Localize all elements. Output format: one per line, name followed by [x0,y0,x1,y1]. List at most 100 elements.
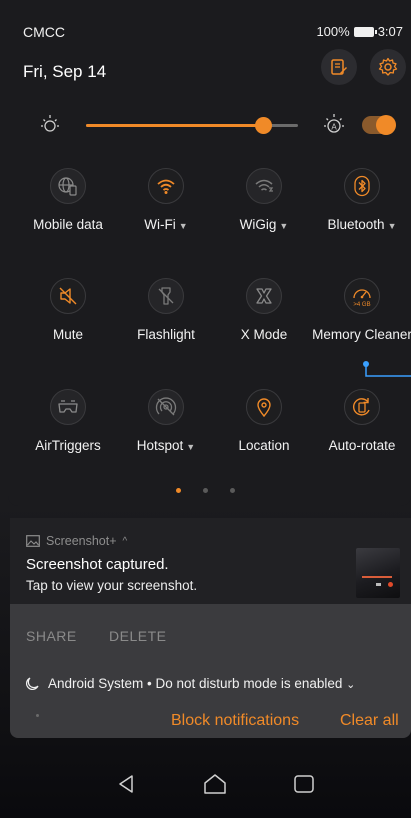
drag-pointer-line [363,361,411,377]
auto-brightness-toggle-knob [376,115,396,135]
tile-label: AirTriggers [14,438,122,454]
tile-bluetooth[interactable]: Bluetooth ▼ [314,168,410,278]
tile-wigig[interactable]: WiGig ▼ [216,168,312,278]
tile-label-text: Mute [52,327,83,342]
wifi-icon [157,179,175,194]
x-mode-icon [256,288,272,304]
tile-airtriggers[interactable]: AirTriggers [20,389,116,499]
brightness-slider-fill [86,124,265,127]
auto-rotate-icon [353,398,370,416]
tile-label-text: Wi-Fi [144,217,176,232]
tile-label-text: X Mode [240,327,288,342]
tile-icon-circle [148,168,184,204]
tile-wifi[interactable]: Wi-Fi ▼ [118,168,214,278]
location-icon [257,398,271,418]
tile-mobile-data[interactable]: Mobile data [20,168,116,278]
screenshot-thumbnail[interactable] [356,548,400,598]
delete-button[interactable]: DELETE [109,628,166,644]
clock: 3:07 [377,24,403,39]
tile-label: Flashlight [112,327,220,343]
navigation-bar [0,760,411,818]
footer-dot [36,714,39,717]
tile-icon-circle [344,389,380,425]
tile-label-text: Location [238,438,290,453]
block-notifications-button[interactable]: Block notifications [171,712,299,730]
notification-text: Tap to view your screenshot. [26,578,198,593]
status-right: 100% 3:07 [316,24,403,39]
carrier-name: CMCC [23,24,65,40]
tile-icon-circle: >4 GB [344,278,380,314]
tile-label: WiGig ▼ [210,217,318,234]
flashlight-icon [158,287,174,305]
auto-brightness-toggle[interactable] [362,115,396,135]
notification-app-name: Screenshot+ [46,534,117,548]
memory-cleaner-icon: >4 GB [353,289,371,308]
tile-hotspot[interactable]: Hotspot ▼ [118,389,214,499]
tile-label: Location [210,438,318,454]
battery-icon [353,26,377,37]
battery-percent: 100% [316,24,350,39]
tile-auto-rotate[interactable]: Auto-rotate [314,389,410,499]
dnd-notification[interactable]: Android System • Do not disturb mode is … [10,666,411,702]
tile-location[interactable]: Location [216,389,312,499]
tile-label-text: WiGig [239,217,277,232]
tile-label: Auto-rotate [308,438,411,454]
home-icon[interactable] [202,772,228,796]
tile-icon-circle [148,389,184,425]
dropdown-caret-icon[interactable]: ▼ [388,221,397,231]
wigig-icon [255,179,274,192]
dropdown-caret-icon[interactable]: ▼ [186,442,195,452]
edit-tiles-button[interactable] [321,49,357,85]
screenshot-notification[interactable]: Screenshot+ ^ Screenshot captured. Tap t… [10,518,411,604]
chevron-up-icon[interactable]: ^ [123,536,128,547]
tile-flashlight[interactable]: Flashlight [118,278,214,388]
brightness-row: A [0,108,411,144]
memory-badge: >4 GB [353,302,370,308]
brightness-slider-thumb[interactable] [255,117,273,134]
tile-label-text: Bluetooth [327,217,385,232]
tile-label-text: Mobile data [33,217,103,232]
page-dot [203,488,208,493]
dropdown-caret-icon[interactable]: ▼ [279,221,288,231]
back-icon[interactable] [114,772,138,796]
tile-label-text: Hotspot [136,438,184,453]
tile-mute[interactable]: Mute [20,278,116,388]
edit-icon [331,59,347,75]
tile-label: Wi-Fi ▼ [112,217,220,234]
page-dot [230,488,235,493]
tile-label: Mute [14,327,122,343]
tile-icon-circle [246,389,282,425]
tile-label-text: Flashlight [137,327,195,342]
clear-all-button[interactable]: Clear all [340,712,399,730]
moon-icon [26,677,39,690]
chevron-down-icon[interactable]: ⌄ [346,679,355,691]
tile-icon-circle [50,278,86,314]
dropdown-caret-icon[interactable]: ▼ [179,221,188,231]
page-indicator [0,488,411,493]
tile-icon-circle [50,168,86,204]
tile-label: X Mode [210,327,318,343]
notification-shade: CMCC 100% 3:07 Fri, Sep 14 A Mobile data… [0,0,411,818]
brightness-slider[interactable] [86,117,298,134]
tile-label-text: AirTriggers [35,438,101,453]
notification-actions: SHARE DELETE [10,604,411,666]
dnd-text-label: Android System • Do not disturb mode is … [48,676,343,691]
settings-button[interactable] [370,49,406,85]
airtriggers-icon [58,400,78,413]
tile-icon-circle [246,168,282,204]
mute-icon [59,287,77,305]
hotspot-icon [155,397,177,416]
tile-icon-circle [148,278,184,314]
status-bar: CMCC 100% 3:07 [0,0,411,40]
tile-x-mode[interactable]: X Mode [216,278,312,388]
notification-title: Screenshot captured. [26,556,169,573]
tile-icon-circle [344,168,380,204]
page-dot [176,488,181,493]
tile-label: Bluetooth ▼ [308,217,411,234]
tile-label: Mobile data [14,217,122,233]
brightness-low-icon [41,115,59,132]
bluetooth-icon [354,175,370,197]
share-button[interactable]: SHARE [26,628,77,644]
recents-icon[interactable] [292,772,316,796]
tile-icon-circle [50,389,86,425]
